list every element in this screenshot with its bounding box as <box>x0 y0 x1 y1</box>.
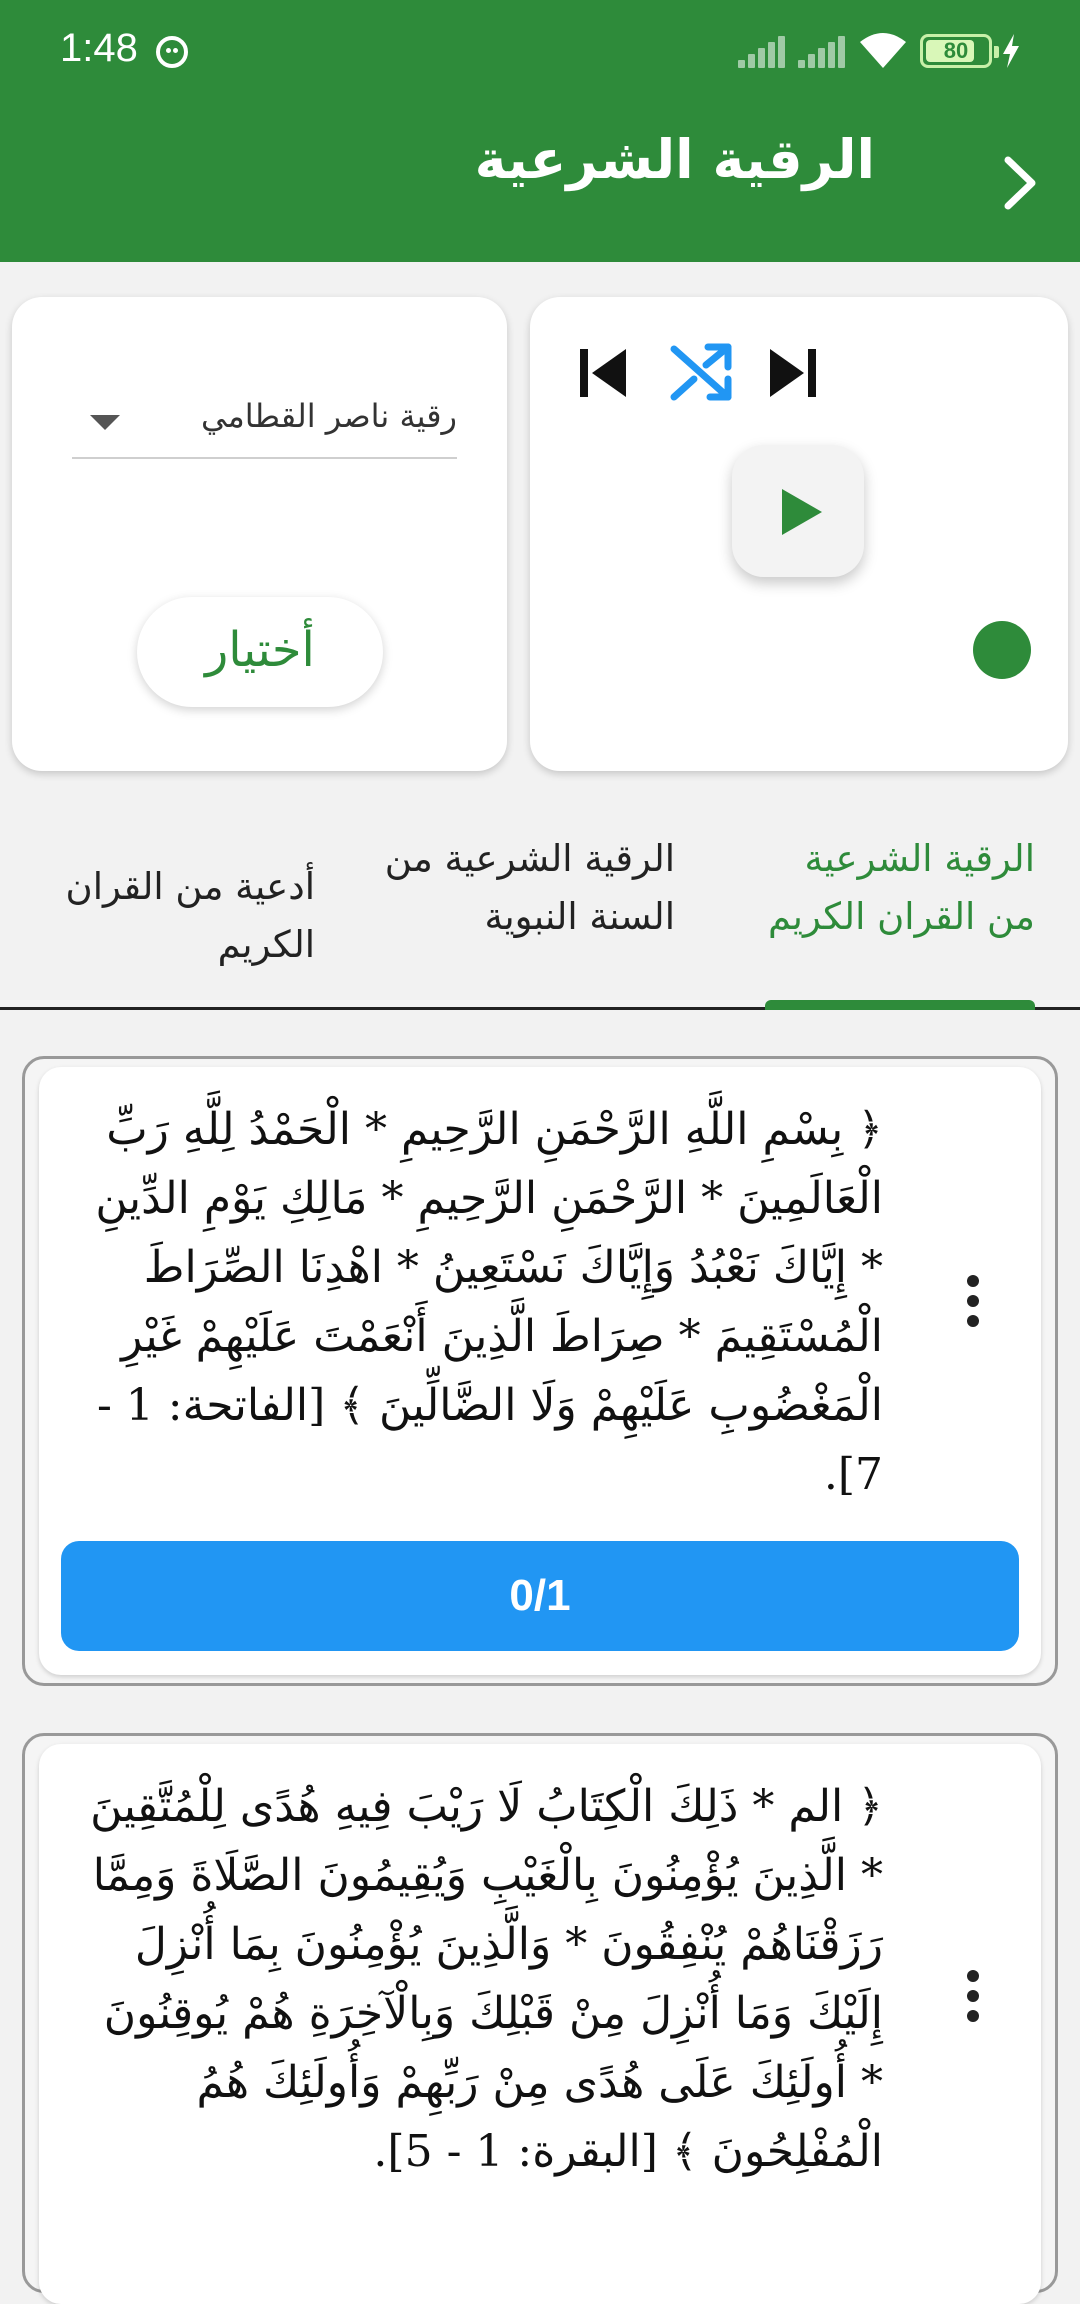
list-item: ﴿ بِسْمِ اللَّهِ الرَّحْمَنِ الرَّحِيمِ … <box>22 1056 1058 1686</box>
battery-text: 80 <box>943 38 969 63</box>
reciter-card: رقية ناصر القطامي أختيار <box>12 297 507 771</box>
play-icon <box>782 489 822 535</box>
reciter-dropdown[interactable]: رقية ناصر القطامي <box>72 389 457 459</box>
status-bar: 1:48 80 <box>0 0 1080 100</box>
play-button[interactable] <box>732 445 864 577</box>
skip-previous-icon[interactable] <box>574 345 630 401</box>
page-title: الرقية الشرعية <box>474 128 875 191</box>
tab-bar: الرقية الشرعية من القران الكريم الرقية ا… <box>0 820 1080 1010</box>
wifi-icon <box>860 33 906 68</box>
choose-button[interactable]: أختيار <box>137 597 383 707</box>
battery-icon: 80 <box>920 34 999 68</box>
shuffle-icon[interactable] <box>668 341 736 405</box>
charging-bolt-icon <box>1003 34 1019 68</box>
dua-text: ﴿ الم * ذَلِكَ الْكِتَابُ لَا رَيْبَ فِي… <box>90 1781 883 2177</box>
dua-card: ﴿ الم * ذَلِكَ الْكِتَابُ لَا رَيْبَ فِي… <box>39 1744 1041 2304</box>
app-bar: 1:48 80 الرقية الشرعية <box>0 0 1080 262</box>
more-vert-icon[interactable] <box>967 1275 979 1327</box>
status-dot <box>973 621 1031 679</box>
repeat-counter-button[interactable]: 0/1 <box>61 1541 1019 1651</box>
active-tab-indicator <box>765 1000 1035 1010</box>
chevron-right-icon[interactable] <box>990 148 1050 218</box>
notification-face-icon <box>156 36 188 68</box>
player-card <box>530 297 1068 771</box>
signal-icon <box>798 36 848 68</box>
tab-sunnah-ruqyah[interactable]: الرقية الشرعية من السنة النبوية <box>375 830 675 946</box>
caret-down-icon <box>90 415 120 430</box>
dua-card: ﴿ بِسْمِ اللَّهِ الرَّحْمَنِ الرَّحِيمِ … <box>39 1067 1041 1675</box>
tab-quran-ruqyah[interactable]: الرقية الشرعية من القران الكريم <box>755 830 1035 946</box>
tab-quran-duas[interactable]: أدعية من القران الكريم <box>15 858 315 974</box>
list-item: ﴿ الم * ذَلِكَ الْكِتَابُ لَا رَيْبَ فِي… <box>22 1733 1058 2304</box>
status-time: 1:48 <box>60 26 138 70</box>
dua-text: ﴿ بِسْمِ اللَّهِ الرَّحْمَنِ الرَّحِيمِ … <box>95 1104 883 1500</box>
signal-icon <box>738 36 788 68</box>
skip-next-icon[interactable] <box>766 345 822 401</box>
more-vert-icon[interactable] <box>967 1970 979 2022</box>
reciter-selected: رقية ناصر القطامي <box>200 397 457 435</box>
